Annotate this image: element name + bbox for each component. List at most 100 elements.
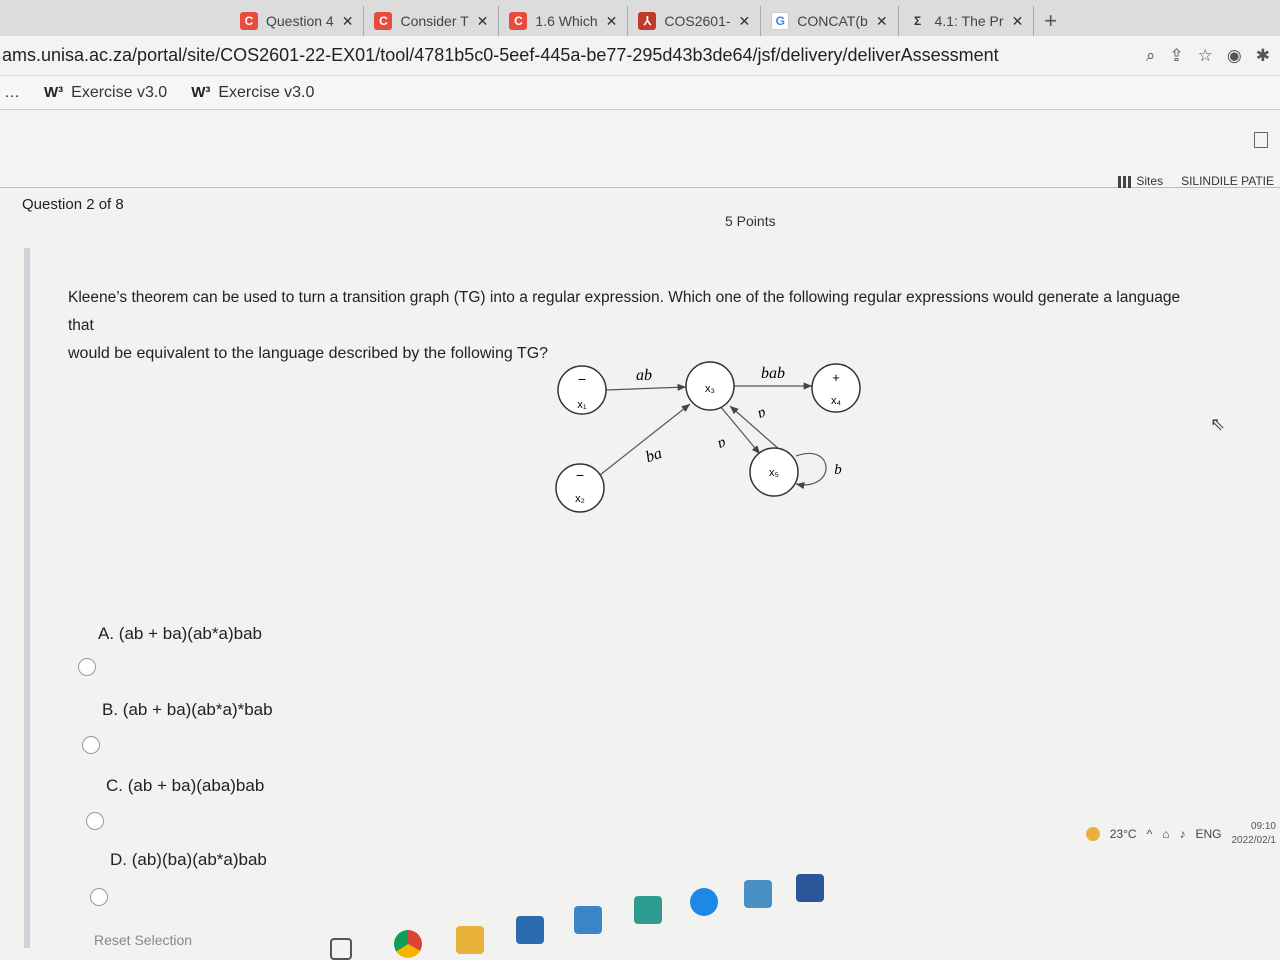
- sites-label: Sites: [1136, 174, 1164, 188]
- bookmark-item[interactable]: W³ Exercise v3.0: [191, 84, 314, 102]
- option-a-radio[interactable]: [78, 658, 96, 676]
- option-text: (ab + ba)(ab*a)bab: [118, 624, 262, 643]
- address-bar[interactable]: ams.unisa.ac.za/portal/site/COS2601-22-E…: [0, 36, 1280, 76]
- browser-tab[interactable]: G CONCAT(b ✕: [761, 6, 899, 36]
- extension-icon[interactable]: ◉: [1227, 46, 1242, 66]
- bookmark-item[interactable]: W³ Exercise v3.0: [44, 84, 167, 102]
- state-label: x₅: [769, 467, 779, 479]
- task-view-icon[interactable]: [330, 938, 352, 960]
- state-label: x₂: [575, 493, 585, 505]
- close-icon[interactable]: ✕: [606, 13, 618, 30]
- bookmark-label: Exercise v3.0: [71, 83, 168, 101]
- address-bar-icons: ⌕ ⇪ ☆ ◉ ✱: [1146, 46, 1270, 66]
- edge-icon[interactable]: [690, 888, 718, 916]
- system-tray: 23°C ^ ⌂ ♪ ENG 09:10 2022/02/1: [1085, 820, 1277, 848]
- mouse-cursor-icon: ⇖: [1210, 414, 1226, 434]
- tab-label: Consider T: [400, 13, 469, 29]
- chrome-icon[interactable]: [394, 930, 422, 958]
- chevron-up-icon[interactable]: ^: [1147, 827, 1153, 841]
- portal-user-area: Sites SILINDILE PATIE: [1118, 174, 1274, 188]
- share-icon[interactable]: ⇪: [1169, 46, 1183, 66]
- question-text-line: Kleene’s theorem can be used to turn a t…: [68, 289, 1181, 334]
- edge-x5-loop: [795, 453, 827, 490]
- bookmark-label: Exercise v3.0: [218, 83, 315, 101]
- star-icon[interactable]: ☆: [1198, 46, 1213, 66]
- pdf-icon: ⅄: [638, 12, 657, 30]
- tab-label: CONCAT(b: [797, 13, 868, 29]
- c-icon: C: [509, 12, 528, 30]
- word-icon[interactable]: [796, 874, 824, 902]
- l-app-icon[interactable]: [634, 896, 662, 924]
- w-icon: W³: [191, 84, 211, 101]
- option-a[interactable]: A. (ab + ba)(ab*a)bab: [98, 624, 262, 644]
- browser-tab[interactable]: C Consider T ✕: [364, 6, 500, 36]
- more-icon[interactable]: …: [4, 84, 20, 102]
- file-explorer-icon[interactable]: [456, 926, 484, 954]
- option-c[interactable]: C. (ab + ba)(aba)bab: [106, 776, 264, 796]
- sigma-icon: Σ: [913, 14, 922, 28]
- sites-link[interactable]: Sites: [1118, 174, 1163, 188]
- portal-header: Sites SILINDILE PATIE: [0, 110, 1280, 188]
- option-letter: B.: [102, 700, 119, 719]
- state-mark: −: [578, 371, 586, 387]
- close-icon[interactable]: ✕: [342, 13, 354, 30]
- menu-icon[interactable]: [1254, 132, 1268, 148]
- close-icon[interactable]: ✕: [876, 13, 888, 30]
- c-icon: C: [240, 12, 258, 30]
- transition-graph: − x₁ − x₂ x₃ + x₄ x₅ ab ba bab a a b: [555, 361, 861, 513]
- edge-label: a: [756, 405, 769, 423]
- mail-icon[interactable]: [574, 906, 602, 934]
- language-indicator[interactable]: ENG: [1195, 827, 1221, 841]
- grid-icon: [1118, 175, 1133, 188]
- zoom-icon[interactable]: ⌕: [1146, 46, 1156, 66]
- option-d[interactable]: D. (ab)(ba)(ab*a)bab: [110, 850, 267, 870]
- c-icon: C: [374, 12, 393, 30]
- close-icon[interactable]: ✕: [1012, 13, 1024, 30]
- option-letter: A.: [98, 624, 115, 643]
- close-icon[interactable]: ✕: [477, 13, 489, 30]
- state-label: x₁: [577, 399, 587, 411]
- option-text: (ab + ba)(aba)bab: [127, 776, 265, 795]
- question-counter: Question 2 of 8: [22, 196, 124, 213]
- browser-tab[interactable]: Σ 4.1: The Pr ✕: [899, 6, 1035, 36]
- option-letter: C.: [106, 776, 123, 795]
- tab-label: 4.1: The Pr: [934, 13, 1004, 29]
- tab-label: 1.6 Which: [535, 13, 598, 29]
- clock[interactable]: 09:10 2022/02/1: [1232, 820, 1277, 848]
- edge-x2-x3: [599, 403, 691, 476]
- state-label: x₃: [705, 383, 715, 395]
- store-icon[interactable]: [516, 916, 544, 944]
- user-name[interactable]: SILINDILE PATIE: [1181, 174, 1274, 188]
- new-tab-button[interactable]: +: [1034, 6, 1067, 36]
- option-d-radio[interactable]: [90, 888, 108, 906]
- weather-icon[interactable]: [1085, 827, 1100, 841]
- edge-x5-x3: [729, 405, 781, 451]
- browser-tab[interactable]: C Question 4 ✕: [230, 6, 365, 36]
- edge-label: ab: [636, 367, 652, 384]
- browser-tab[interactable]: ⅄ COS2601- ✕: [628, 6, 762, 36]
- network-icon[interactable]: ⌂: [1162, 827, 1169, 841]
- edge-x1-x3: [605, 383, 687, 391]
- option-text: (ab)(ba)(ab*a)bab: [131, 850, 267, 869]
- puzzle-icon[interactable]: ✱: [1256, 46, 1270, 66]
- photos-icon[interactable]: [744, 880, 772, 908]
- close-icon[interactable]: ✕: [739, 13, 751, 30]
- state-label: x₄: [831, 395, 842, 407]
- option-c-radio[interactable]: [86, 812, 104, 830]
- edge-label: a: [716, 435, 729, 453]
- clock-time: 09:10: [1250, 821, 1276, 832]
- url-text[interactable]: ams.unisa.ac.za/portal/site/COS2601-22-E…: [0, 45, 999, 66]
- option-b[interactable]: B. (ab + ba)(ab*a)*bab: [102, 700, 273, 720]
- clock-date: 2022/02/1: [1231, 835, 1277, 846]
- state-mark: +: [832, 370, 840, 385]
- option-text: (ab + ba)(ab*a)*bab: [122, 700, 273, 719]
- volume-icon[interactable]: ♪: [1179, 827, 1185, 841]
- edge-label: bab: [761, 365, 785, 382]
- option-b-radio[interactable]: [82, 736, 100, 754]
- state-mark: −: [576, 467, 584, 483]
- browser-tab[interactable]: C 1.6 Which ✕: [499, 6, 629, 36]
- g-icon: G: [771, 12, 790, 30]
- w-icon: W³: [44, 84, 64, 101]
- option-letter: D.: [110, 850, 127, 869]
- temperature[interactable]: 23°C: [1110, 827, 1137, 841]
